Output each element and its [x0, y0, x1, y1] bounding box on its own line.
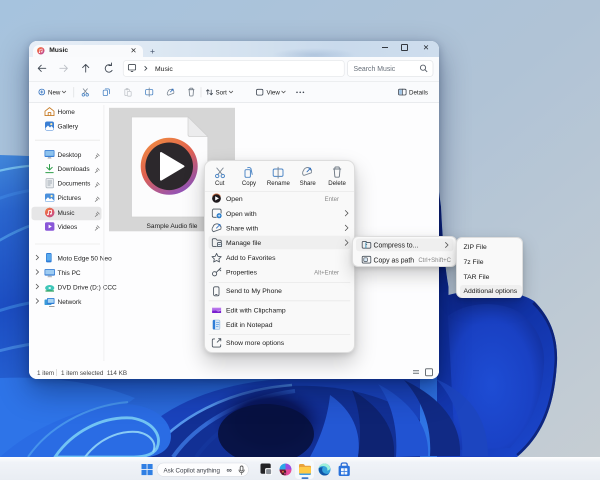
- svg-text:Show more options: Show more options: [226, 340, 285, 347]
- svg-text:Sample Audio file: Sample Audio file: [147, 223, 198, 230]
- svg-text:This PC: This PC: [58, 270, 81, 277]
- svg-text:Copy as path: Copy as path: [373, 257, 414, 264]
- svg-text:Search Music: Search Music: [354, 66, 396, 73]
- svg-text:Desktop: Desktop: [58, 152, 82, 159]
- svg-text:Pictures: Pictures: [58, 195, 82, 202]
- svg-text:New: New: [48, 89, 61, 96]
- svg-text:Network: Network: [58, 299, 83, 306]
- svg-text:Gallery: Gallery: [58, 124, 79, 131]
- svg-text:Cut: Cut: [215, 180, 225, 187]
- svg-text:Share with: Share with: [226, 226, 258, 233]
- svg-text:Details: Details: [409, 89, 428, 96]
- svg-text:Music: Music: [155, 66, 173, 73]
- svg-text:Open with: Open with: [226, 211, 257, 218]
- svg-text:Open: Open: [226, 196, 243, 203]
- svg-text:Home: Home: [58, 109, 76, 116]
- svg-text:Ask Copilot anything: Ask Copilot anything: [164, 468, 221, 475]
- svg-text:Enter: Enter: [325, 197, 339, 203]
- svg-text:Share: Share: [300, 180, 317, 187]
- svg-text:Compress to...: Compress to...: [373, 242, 418, 249]
- svg-text:View: View: [267, 89, 281, 96]
- svg-text:∞: ∞: [227, 466, 232, 475]
- svg-text:Send to My Phone: Send to My Phone: [226, 288, 282, 295]
- svg-text:Videos: Videos: [58, 224, 79, 231]
- svg-text:Ctrl+Shift+C: Ctrl+Shift+C: [418, 258, 451, 264]
- svg-text:Edit in Notepad: Edit in Notepad: [226, 322, 273, 329]
- svg-text:Properties: Properties: [226, 270, 258, 277]
- svg-text:Manage file: Manage file: [226, 240, 261, 247]
- svg-text:Alt+Enter: Alt+Enter: [314, 271, 339, 277]
- svg-text:Copy: Copy: [242, 180, 257, 187]
- svg-text:DVD Drive (D:) CCC: DVD Drive (D:) CCC: [58, 285, 118, 292]
- svg-text:Edit with Clipchamp: Edit with Clipchamp: [226, 308, 286, 315]
- svg-text:Add to Favorites: Add to Favorites: [226, 255, 276, 262]
- svg-text:Delete: Delete: [329, 180, 347, 187]
- svg-text:Rename: Rename: [267, 180, 291, 187]
- svg-text:Documents: Documents: [58, 181, 92, 188]
- svg-text:Music: Music: [58, 210, 76, 217]
- svg-text:Sort: Sort: [216, 89, 228, 96]
- svg-text:Downloads: Downloads: [58, 166, 91, 173]
